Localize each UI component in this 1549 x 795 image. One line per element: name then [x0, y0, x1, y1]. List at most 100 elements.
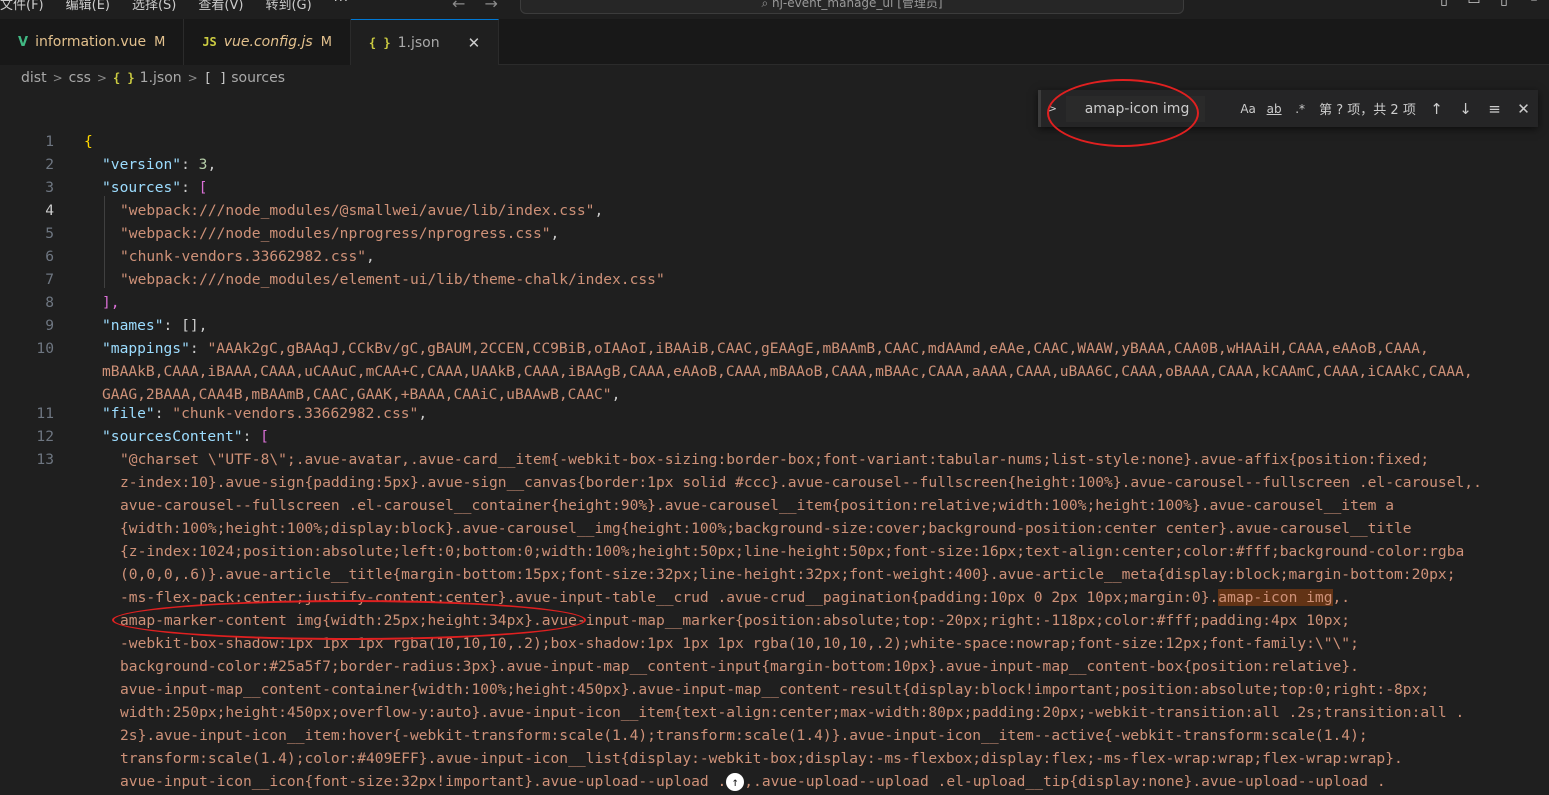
modified-badge: M [320, 34, 332, 50]
line-number: 5 [45, 225, 54, 242]
next-match-icon[interactable]: ↓ [1451, 100, 1480, 118]
line-number: 13 [36, 451, 54, 468]
code-line-13-wrap: {width:100%;height:100%;display:block}.a… [120, 520, 1412, 537]
find-widget: > amap-icon img Aa ab .* 第 ? 项，共 2 项 ↑ ↓… [1038, 90, 1538, 127]
code-line-10: "mappings": "AAAk2gC,gBAAqJ,CCkBv/gC,gBA… [102, 340, 1429, 357]
toggle-replace-icon[interactable]: > [1045, 102, 1060, 115]
tab-1-json[interactable]: { } 1.json ✕ [350, 19, 500, 65]
line-number: 7 [45, 271, 54, 288]
line-number: 6 [45, 248, 54, 265]
tab-label: vue.config.js [223, 34, 313, 50]
breadcrumb-dist[interactable]: dist [21, 70, 47, 86]
chevron-right-icon: > [96, 71, 107, 85]
find-options: Aa ab .* [1235, 102, 1313, 116]
code-line-13-wrap: 2s}.avue-input-icon__item:hover{-webkit-… [120, 727, 1368, 744]
breadcrumb-css[interactable]: css [69, 70, 91, 86]
tab-information-vue[interactable]: V information.vue M [0, 19, 185, 65]
code-line-5: "webpack:///node_modules/nprogress/nprog… [120, 225, 560, 242]
tab-vue-config-js[interactable]: JS vue.config.js M [184, 19, 351, 65]
code-line-13-wrap: width:250px;height:450px;overflow-y:auto… [120, 704, 1465, 721]
code-line-13-wrap: transform:scale(1.4);color:#409EFF}.avue… [120, 750, 1403, 767]
code-line-6: "chunk-vendors.33662982.css", [120, 248, 375, 265]
code-line-13-wrap: background-color:#25a5f7;border-radius:3… [120, 658, 1359, 675]
json-file-icon: { } [368, 35, 391, 50]
json-file-icon: { } [112, 71, 135, 85]
code-line-11: "file": "chunk-vendors.33662982.css", [102, 405, 428, 422]
close-tab-icon[interactable]: ✕ [468, 34, 481, 52]
menu-go[interactable]: 转到(G) [265, 0, 311, 13]
menu-view[interactable]: 查看(V) [198, 0, 243, 13]
line-number-current: 4 [45, 202, 54, 219]
match-case-icon[interactable]: Aa [1235, 102, 1261, 116]
regex-icon[interactable]: .* [1287, 102, 1313, 116]
code-line-7: "webpack:///node_modules/element-ui/lib/… [120, 271, 665, 288]
modified-badge: M [154, 34, 166, 50]
command-center-label: nj-event_manage_ui [管理员] [771, 0, 943, 10]
code-editor[interactable]: 1 2 3 4 5 6 7 8 9 10 11 12 13 { "version… [0, 127, 1549, 795]
title-bar: 文件(F) 编辑(E) 选择(S) 查看(V) 转到(G) ··· ← → ⌕ … [0, 0, 1549, 19]
tab-label: 1.json [397, 34, 440, 51]
breadcrumb: dist > css > { } 1.json > [ ] sources [0, 66, 1549, 90]
line-number: 10 [36, 340, 54, 357]
tab-bar: V information.vue M JS vue.config.js M {… [0, 19, 1549, 65]
indent-guide [104, 196, 105, 288]
sidebar-icon[interactable]: ▯ [1489, 0, 1519, 8]
back-arrow-icon[interactable]: ← [452, 0, 465, 13]
code-line-13-wrap: -ms-flex-pack:center;justify-content:cen… [120, 589, 1351, 606]
line-number: 11 [36, 405, 54, 422]
vue-file-icon: V [18, 34, 29, 50]
search-icon: ⌕ [761, 0, 772, 10]
code-line-1: { [84, 133, 93, 150]
menu-edit[interactable]: 编辑(E) [66, 0, 110, 13]
code-line-3: "sources": [ [102, 179, 208, 196]
search-match-highlight: amap-icon img [1218, 589, 1333, 606]
code-line-13: "@charset \"UTF-8\";.avue-avatar,.avue-c… [120, 451, 1430, 468]
code-line-13-wrap: z-index:10}.avue-sign{padding:5px}.avue-… [120, 474, 1482, 491]
code-line-13-wrap: (0,0,0,.6)}.avue-article__title{margin-b… [120, 566, 1456, 583]
menu-bar: 文件(F) 编辑(E) 选择(S) 查看(V) 转到(G) ··· [0, 0, 371, 13]
line-number: 2 [45, 156, 54, 173]
command-center[interactable]: ⌕ nj-event_manage_ui [管理员] [520, 0, 1184, 14]
line-number: 12 [36, 428, 54, 445]
upload-arrow-icon: ↑ [726, 773, 745, 791]
code-line-13-wrap: avue-input-icon__icon{font-size:32px!imp… [120, 773, 1386, 791]
code-line-9: "names": [], [102, 317, 208, 334]
chevron-right-icon: > [52, 71, 63, 85]
js-file-icon: JS [202, 35, 217, 49]
find-input[interactable]: amap-icon img [1065, 95, 1206, 122]
code-line-13-wrap: amap-marker-content img{width:25px;heigh… [120, 612, 1351, 629]
menu-selection[interactable]: 选择(S) [132, 0, 176, 13]
array-icon: [ ] [203, 70, 228, 86]
line-number: 1 [45, 133, 54, 150]
code-line-12: "sourcesContent": [ [102, 428, 269, 445]
layout-icon[interactable]: ▯ [1429, 0, 1459, 8]
line-number: 8 [45, 294, 54, 311]
code-line-8: ], [102, 294, 120, 311]
menu-more[interactable]: ··· [334, 0, 349, 13]
panel-icon[interactable]: ▭ [1459, 0, 1489, 8]
window-controls: ▯ ▭ ▯ – [1429, 0, 1549, 8]
whole-word-icon[interactable]: ab [1261, 102, 1287, 116]
breadcrumb-file[interactable]: 1.json [140, 70, 182, 86]
find-in-selection-icon[interactable]: ≡ [1480, 100, 1509, 118]
find-actions: ↑ ↓ ≡ ✕ [1422, 100, 1538, 118]
close-find-icon[interactable]: ✕ [1509, 100, 1538, 118]
nav-arrows: ← → [452, 0, 512, 13]
previous-match-icon[interactable]: ↑ [1422, 100, 1451, 118]
code-line-13-wrap: {z-index:1024;position:absolute;left:0;b… [120, 543, 1465, 560]
code-line-2: "version": 3, [102, 156, 217, 173]
code-line-13-wrap: avue-carousel--fullscreen .el-carousel__… [120, 497, 1394, 514]
tab-label: information.vue [35, 34, 147, 50]
code-line-4: "webpack:///node_modules/@smallwei/avue/… [120, 202, 604, 219]
chevron-right-icon: > [187, 71, 198, 85]
line-number: 3 [45, 179, 54, 196]
code-line-13-wrap: -webkit-box-shadow:1px 1px 1px rgba(10,1… [120, 635, 1359, 652]
line-number: 9 [45, 317, 54, 334]
code-line-10-wrap-1: mBAAkB,CAAA,iBAAA,CAAA,uCAAuC,mCAA+C,CAA… [102, 363, 1473, 380]
code-line-13-wrap: avue-input-map__content-container{width:… [120, 681, 1430, 698]
forward-arrow-icon[interactable]: → [485, 0, 498, 13]
breadcrumb-sources[interactable]: sources [231, 70, 285, 86]
match-count: 第 ? 项，共 2 项 [1319, 103, 1416, 118]
menu-file[interactable]: 文件(F) [0, 0, 44, 13]
minimize-icon[interactable]: – [1519, 0, 1549, 8]
